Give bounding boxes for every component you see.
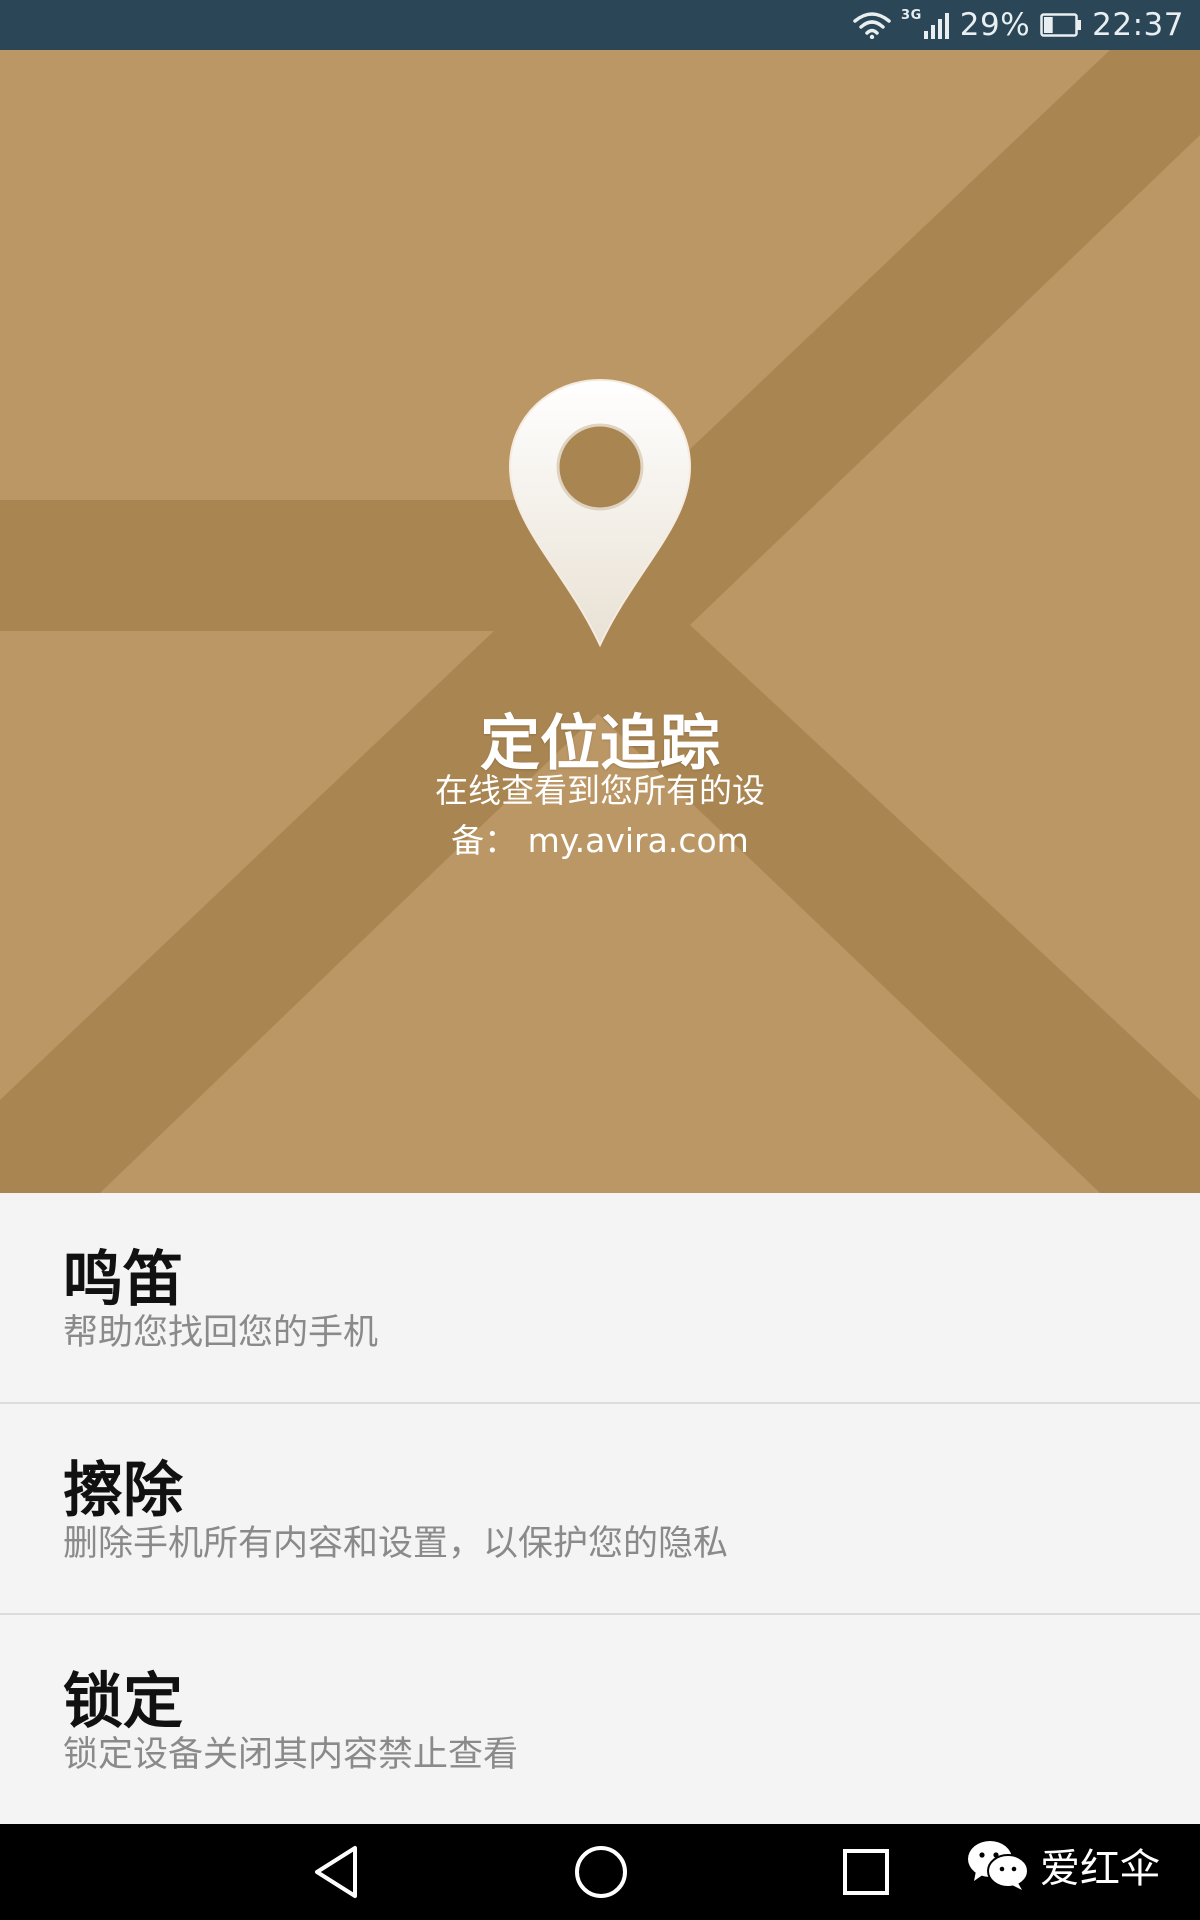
battery-icon <box>1040 13 1082 37</box>
feature-wipe[interactable]: 擦除 删除手机所有内容和设置，以保护您的隐私 <box>0 1404 1200 1613</box>
feature-subtitle: 锁定设备关闭其内容禁止查看 <box>63 1735 519 1775</box>
recent-square-icon <box>843 1849 889 1895</box>
feature-sound-alarm[interactable]: 鸣笛 帮助您找回您的手机 <box>0 1193 1200 1402</box>
navigation-bar: 爱红伞 <box>0 1824 1200 1920</box>
wechat-icon <box>968 1841 1029 1890</box>
location-pin-icon <box>508 378 692 648</box>
location-tracking-hero[interactable]: 定位追踪 在线查看到您所有的设备： my.avira.com <box>0 50 1200 1193</box>
wifi-icon <box>853 11 891 39</box>
back-triangle-icon <box>315 1846 357 1898</box>
signal-icon: 3G <box>901 7 950 39</box>
network-type-label: 3G <box>901 7 922 23</box>
home-circle-icon <box>575 1846 627 1898</box>
watermark-label: 爱红伞 <box>1040 1846 1160 1892</box>
battery-percent: 29% <box>959 7 1031 43</box>
clock: 22:37 <box>1092 7 1184 43</box>
hero-description: 在线查看到您所有的设备： my.avira.com <box>435 771 765 860</box>
home-button[interactable] <box>541 1824 661 1920</box>
feature-title: 擦除 <box>63 1456 183 1526</box>
feature-title: 鸣笛 <box>63 1245 183 1315</box>
recent-apps-button[interactable] <box>806 1824 926 1920</box>
feature-subtitle: 删除手机所有内容和设置，以保护您的隐私 <box>63 1524 729 1564</box>
feature-lock[interactable]: 锁定 锁定设备关闭其内容禁止查看 <box>0 1615 1200 1824</box>
back-button[interactable] <box>276 1824 396 1920</box>
feature-subtitle: 帮助您找回您的手机 <box>63 1313 379 1353</box>
watermark: 爱红伞 <box>966 1836 1160 1894</box>
status-bar: 3G 29% 22:37 <box>0 0 1200 50</box>
feature-title: 锁定 <box>63 1667 183 1737</box>
